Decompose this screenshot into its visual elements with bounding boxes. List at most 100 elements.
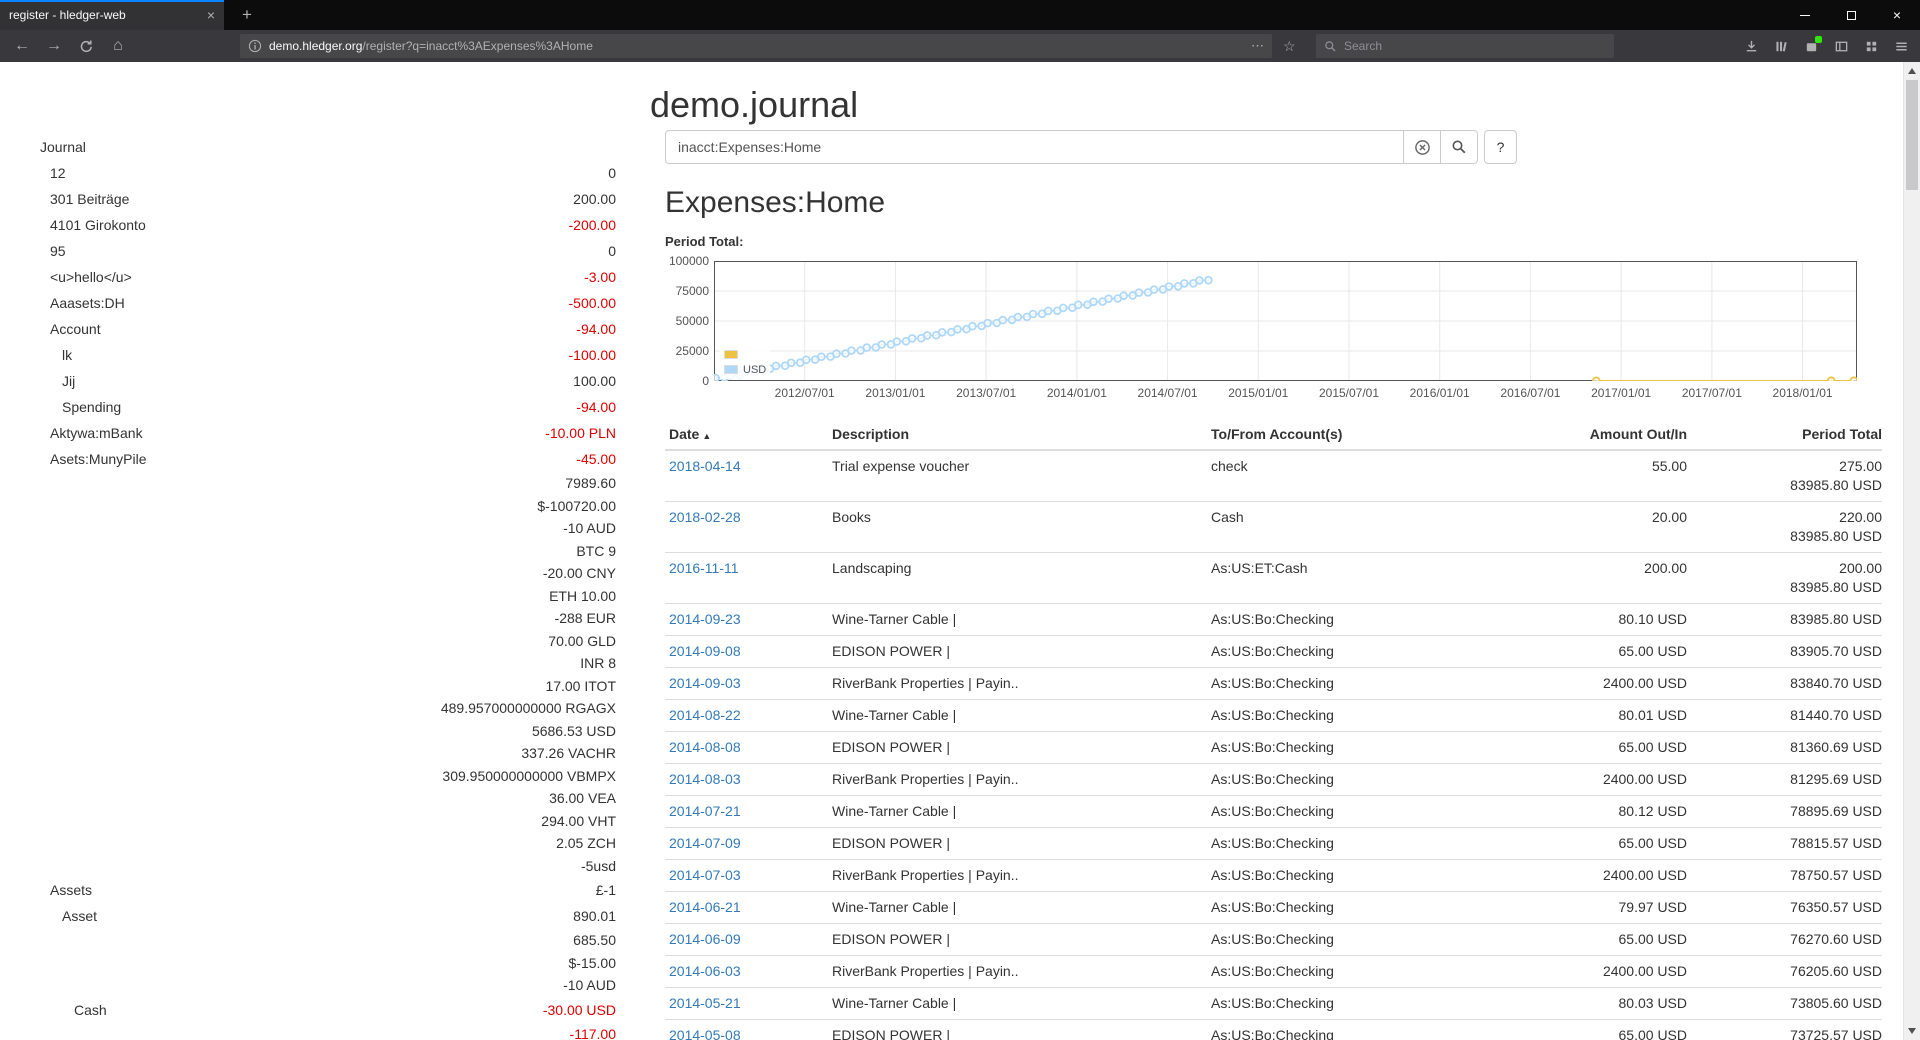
home-button[interactable]: ⌂ bbox=[102, 33, 134, 59]
download-button[interactable] bbox=[1736, 33, 1766, 59]
site-info-icon[interactable] bbox=[248, 39, 262, 53]
browser-search-bar[interactable]: Search bbox=[1316, 34, 1614, 58]
account-link[interactable]: Asset bbox=[0, 908, 573, 924]
chart-y-axis: 0250005000075000100000 bbox=[665, 261, 709, 381]
column-header-date[interactable]: Date▲ bbox=[665, 421, 828, 450]
transaction-date-link[interactable]: 2014-07-09 bbox=[669, 835, 741, 851]
transaction-date-link[interactable]: 2014-09-03 bbox=[669, 675, 741, 691]
y-tick-label: 100000 bbox=[665, 254, 709, 268]
extension-button[interactable] bbox=[1796, 33, 1826, 59]
transaction-description: EDISON POWER | bbox=[828, 636, 1207, 668]
table-row: 2014-08-22Wine-Tarner Cable |As:US:Bo:Ch… bbox=[665, 700, 1882, 732]
account-balance: 337.26 VACHR bbox=[521, 745, 620, 761]
transaction-period-total: 78750.57 USD bbox=[1687, 860, 1882, 892]
account-link[interactable]: Aktywa:mBank bbox=[0, 425, 545, 441]
account-link[interactable]: <u>hello</u> bbox=[0, 269, 584, 285]
account-link[interactable]: Jij bbox=[0, 373, 573, 389]
account-balance: -100.00 bbox=[569, 347, 620, 363]
sidebar-journal-link[interactable]: Journal bbox=[0, 134, 620, 160]
account-link[interactable]: Assets bbox=[0, 882, 596, 898]
browser-tab[interactable]: register - hledger-web × bbox=[0, 0, 224, 30]
transaction-date-link[interactable]: 2018-02-28 bbox=[669, 509, 741, 525]
transaction-date-link[interactable]: 2014-09-08 bbox=[669, 643, 741, 659]
account-link[interactable]: Account bbox=[0, 321, 576, 337]
account-balance: -288 EUR bbox=[555, 610, 620, 626]
back-button[interactable]: ← bbox=[6, 33, 38, 59]
transaction-date-link[interactable]: 2014-06-03 bbox=[669, 963, 741, 979]
account-balance: 890.01 bbox=[573, 908, 620, 924]
transaction-date-link[interactable]: 2014-06-09 bbox=[669, 931, 741, 947]
transaction-description: RiverBank Properties | Payin.. bbox=[828, 668, 1207, 700]
account-link[interactable]: 12 bbox=[0, 165, 608, 181]
balance-line: 309.950000000000 VBMPX bbox=[0, 765, 620, 788]
scroll-down-arrow[interactable] bbox=[1908, 1028, 1916, 1034]
transaction-period-total: 200.0083985.80 USD bbox=[1687, 553, 1882, 604]
transaction-date-link[interactable]: 2014-05-21 bbox=[669, 995, 741, 1011]
menu-button[interactable] bbox=[1886, 33, 1916, 59]
library-button[interactable] bbox=[1766, 33, 1796, 59]
bookmark-star-icon[interactable]: ☆ bbox=[1283, 30, 1296, 62]
table-row: 2014-08-03 RiverBank Properties | Payin..… bbox=[665, 764, 1882, 796]
clear-query-button[interactable] bbox=[1404, 130, 1441, 164]
forward-button[interactable]: → bbox=[38, 33, 70, 59]
transaction-date-link[interactable]: 2018-04-14 bbox=[669, 458, 741, 474]
window-minimize-button[interactable] bbox=[1782, 0, 1828, 30]
transaction-date-link[interactable]: 2014-06-21 bbox=[669, 899, 741, 915]
window-maximize-button[interactable] bbox=[1828, 0, 1874, 30]
register-tbody: 2018-04-14Trial expense vouchercheck55.0… bbox=[665, 450, 1882, 1040]
transaction-amount: 80.03 USD bbox=[1490, 988, 1687, 1020]
transaction-period-total: 81295.69 USD bbox=[1687, 764, 1882, 796]
balance-line: 2.05 ZCH bbox=[0, 832, 620, 855]
query-input[interactable] bbox=[665, 130, 1404, 164]
account-link[interactable]: 95 bbox=[0, 243, 608, 259]
account-link[interactable]: Spending bbox=[0, 399, 576, 415]
transaction-date-link[interactable]: 2016-11-11 bbox=[669, 560, 739, 576]
transaction-description: EDISON POWER | bbox=[828, 828, 1207, 860]
chart-x-axis: 2012/07/012013/01/012013/07/012014/01/01… bbox=[665, 386, 1857, 401]
transaction-period-total: 76270.60 USD bbox=[1687, 924, 1882, 956]
account-link[interactable]: 301 Beiträge bbox=[0, 191, 573, 207]
url-bar[interactable]: demo.hledger.org/register?q=inacct%3AExp… bbox=[240, 34, 1272, 58]
transaction-period-total: 76350.57 USD bbox=[1687, 892, 1882, 924]
account-link[interactable]: Cash bbox=[0, 1002, 543, 1018]
account-link[interactable]: lk bbox=[0, 347, 569, 363]
transaction-description: RiverBank Properties | Payin.. bbox=[828, 764, 1207, 796]
page-scrollbar[interactable] bbox=[1903, 62, 1920, 1040]
account-balance: BTC 9 bbox=[576, 543, 620, 559]
balance-line: ETH 10.00 bbox=[0, 585, 620, 608]
transaction-date-link[interactable]: 2014-07-21 bbox=[669, 803, 741, 819]
scroll-up-arrow[interactable] bbox=[1908, 68, 1916, 74]
account-balance: -500.00 bbox=[569, 295, 620, 311]
transaction-date-link[interactable]: 2014-05-08 bbox=[669, 1027, 741, 1040]
browser-tab-bar: register - hledger-web × + × bbox=[0, 0, 1920, 30]
reload-button[interactable] bbox=[70, 33, 102, 59]
transaction-date-link[interactable]: 2014-08-03 bbox=[669, 771, 741, 787]
x-tick-label: 2017/01/01 bbox=[1579, 386, 1663, 400]
table-row: 2014-09-08 EDISON POWER |As:US:Bo:Checkin… bbox=[665, 636, 1882, 668]
chart-plot-area[interactable] bbox=[714, 261, 1857, 381]
transaction-date-link[interactable]: 2014-08-08 bbox=[669, 739, 741, 755]
account-link[interactable]: Asets:MunyPile bbox=[0, 451, 576, 467]
account-link[interactable]: 4101 Girokonto bbox=[0, 217, 569, 233]
sidebar-toggle-button[interactable] bbox=[1826, 33, 1856, 59]
apps-grid-button[interactable] bbox=[1856, 33, 1886, 59]
transaction-description: RiverBank Properties | Payin.. bbox=[828, 956, 1207, 988]
transaction-date-link[interactable]: 2014-08-22 bbox=[669, 707, 741, 723]
account-balance: 0 bbox=[608, 243, 620, 259]
transaction-account: As:US:Bo:Checking bbox=[1207, 796, 1490, 828]
scrollbar-thumb[interactable] bbox=[1906, 80, 1918, 190]
transaction-date-link[interactable]: 2014-09-23 bbox=[669, 611, 741, 627]
new-tab-button[interactable]: + bbox=[232, 0, 262, 30]
tab-close-icon[interactable]: × bbox=[207, 7, 215, 23]
help-button[interactable]: ? bbox=[1484, 130, 1517, 164]
transaction-period-total: 81440.70 USD bbox=[1687, 700, 1882, 732]
page-actions-icon[interactable]: ⋯ bbox=[1251, 38, 1264, 54]
transaction-date-link[interactable]: 2014-07-03 bbox=[669, 867, 741, 883]
transaction-description: Wine-Tarner Cable | bbox=[828, 988, 1207, 1020]
search-button[interactable] bbox=[1441, 130, 1478, 164]
window-close-button[interactable]: × bbox=[1874, 0, 1920, 30]
account-link[interactable]: Aaasets:DH bbox=[0, 295, 569, 311]
transaction-account: As:US:Bo:Checking bbox=[1207, 636, 1490, 668]
transaction-description: Wine-Tarner Cable | bbox=[828, 796, 1207, 828]
account-balance: INR 8 bbox=[580, 655, 620, 671]
